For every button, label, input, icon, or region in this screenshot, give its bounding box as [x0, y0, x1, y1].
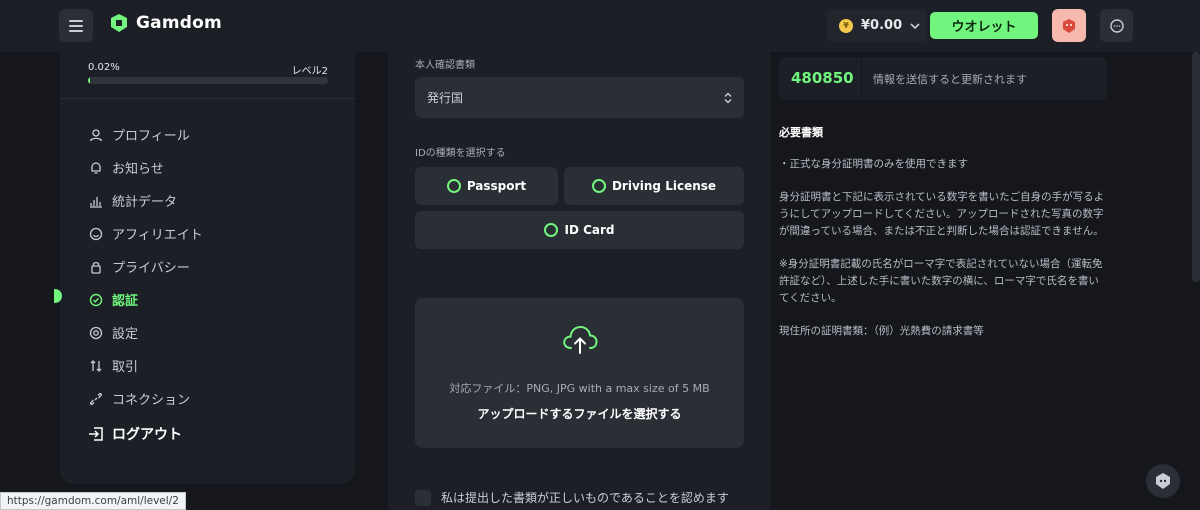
sidebar-divider	[60, 98, 355, 99]
logo-icon	[111, 14, 127, 32]
sidebar-item-transactions[interactable]: 取引	[88, 349, 203, 382]
menu-button[interactable]	[59, 9, 93, 42]
lock-icon	[88, 259, 104, 275]
chevron-updown-icon	[724, 92, 732, 103]
requirement-text: 身分証明書と下記に表示されている数字を書いたご自身の手が写るようにしてアップロー…	[779, 191, 1105, 237]
sidebar-item-label: コネクション	[112, 393, 191, 408]
swap-icon	[88, 358, 104, 374]
balance-amount: ¥0.00	[861, 18, 903, 33]
chevron-down-icon	[910, 22, 920, 29]
smile-icon	[88, 226, 104, 242]
bar-chart-icon	[88, 193, 104, 209]
id-type-label: IDの種類を選択する	[415, 148, 506, 159]
radio-icon	[446, 179, 461, 193]
confirm-checkbox[interactable]	[415, 489, 431, 506]
country-select-value: 発行国	[427, 91, 464, 105]
id-option-label: Driving License	[611, 179, 717, 193]
sidebar-item-verification[interactable]: 認証	[88, 283, 203, 316]
sidebar-item-privacy[interactable]: プライバシー	[88, 250, 203, 283]
cloud-upload-icon	[563, 325, 598, 354]
support-button[interactable]	[1146, 464, 1180, 498]
user-icon	[88, 127, 104, 143]
radio-icon	[591, 179, 606, 193]
avatar-icon	[1063, 18, 1075, 33]
logout-label: ログアウト	[112, 427, 182, 443]
sidebar-item-label: 統計データ	[112, 195, 178, 210]
progress-percent: 0.02%	[88, 62, 120, 73]
requirements-title: 必要書類	[779, 126, 823, 139]
level-progress-bar	[88, 77, 328, 84]
sidebar-item-label: アフィリエイト	[112, 228, 203, 243]
country-select[interactable]: 発行国	[415, 77, 744, 118]
requirement-text: ・正式な身分証明書のみを使用できます	[779, 158, 968, 170]
verification-code: 480850	[791, 69, 854, 87]
sidebar-item-connections[interactable]: コネクション	[88, 382, 203, 415]
requirement-text: 現住所の証明書類：（例）光熱費の請求書等	[779, 325, 984, 337]
confirm-documents-row[interactable]: 私は提出した書類が正しいものであることを認めます	[415, 489, 729, 506]
sidebar-item-label: お知らせ	[112, 162, 164, 177]
radio-icon	[544, 223, 559, 237]
check-circle-icon	[88, 292, 104, 308]
verification-form: 本人確認書類 発行国 IDの種類を選択する Passport Driving L…	[388, 52, 770, 510]
id-option-id-card[interactable]: ID Card	[415, 211, 744, 249]
upload-hint: 対応ファイル：PNG, JPG with a max size of 5 MB	[449, 382, 710, 395]
yen-coin-icon: ¥	[839, 18, 853, 33]
document-section-label: 本人確認書類	[415, 60, 475, 71]
sidebar-nav: プロフィール お知らせ 統計データ アフィリエイト プライバシー 認証 設定 取…	[88, 118, 203, 415]
wallet-button[interactable]: ウオレット	[930, 12, 1038, 39]
chat-button[interactable]	[1100, 9, 1133, 42]
link-icon	[88, 391, 104, 407]
sidebar-item-label: プライバシー	[112, 261, 190, 276]
bell-icon	[88, 160, 104, 176]
sidebar-item-notifications[interactable]: お知らせ	[88, 151, 203, 184]
sidebar-item-statistics[interactable]: 統計データ	[88, 184, 203, 217]
gear-icon	[88, 325, 104, 341]
gamdom-logo[interactable]: Gamdom	[108, 12, 222, 34]
support-icon	[1156, 473, 1170, 489]
level-progress-labels: 0.02% レベル2	[88, 62, 328, 77]
logout-icon	[89, 427, 103, 441]
hamburger-icon	[69, 19, 83, 32]
sidebar-item-label: 設定	[112, 327, 139, 342]
confirm-text: 私は提出した書類が正しいものであることを認めます	[441, 491, 729, 505]
upload-select-link[interactable]: アップロードするファイルを選択する	[415, 405, 744, 422]
logo-text: Gamdom	[136, 13, 222, 33]
sidebar-item-label: 認証	[112, 294, 139, 309]
id-option-passport[interactable]: Passport	[415, 167, 558, 205]
chat-bubble-icon	[1109, 18, 1124, 33]
id-option-driving-license[interactable]: Driving License	[564, 167, 744, 205]
level-label: レベル2	[291, 66, 328, 77]
account-sidebar: 0.02% レベル2 プロフィール お知らせ 統計データ アフィリエイト プライ…	[60, 52, 355, 484]
sidebar-item-label: 取引	[112, 360, 139, 375]
page-scrollbar[interactable]	[1192, 52, 1200, 282]
file-upload-dropzone[interactable]: 対応ファイル：PNG, JPG with a max size of 5 MB …	[415, 298, 744, 448]
status-bar-url: https://gamdom.com/aml/level/2	[0, 492, 186, 510]
sidebar-item-settings[interactable]: 設定	[88, 316, 203, 349]
sidebar-item-affiliate[interactable]: アフィリエイト	[88, 217, 203, 250]
id-option-label: ID Card	[564, 223, 615, 237]
id-option-label: Passport	[466, 179, 527, 193]
verification-code-note: 情報を送信すると更新されます	[873, 73, 1027, 86]
balance-selector[interactable]: ¥ ¥0.00	[827, 9, 927, 42]
level-progress-fill	[88, 77, 90, 84]
code-divider	[861, 57, 862, 100]
logout-button[interactable]: ログアウト	[88, 424, 182, 444]
sidebar-item-profile[interactable]: プロフィール	[88, 118, 203, 151]
avatar[interactable]	[1052, 9, 1086, 42]
requirements-panel: 必要書類 ・正式な身分証明書のみを使用できます 身分証明書と下記に表示されている…	[779, 124, 1109, 356]
top-header: Gamdom ¥ ¥0.00 ウオレット	[0, 0, 1200, 52]
verification-code-box: 480850 情報を送信すると更新されます	[779, 57, 1107, 100]
requirement-text: ※身分証明書記載の氏名がローマ字で表記されていない場合（運転免許証など）、上述し…	[779, 258, 1103, 304]
sidebar-item-label: プロフィール	[112, 129, 190, 144]
